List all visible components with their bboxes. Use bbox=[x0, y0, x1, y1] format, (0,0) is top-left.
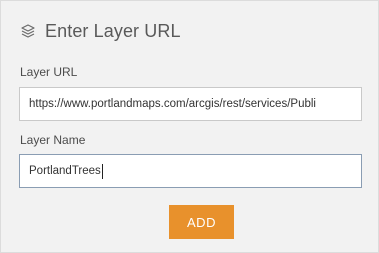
enter-layer-url-panel: Enter Layer URL Layer URL https://www.po… bbox=[0, 0, 379, 253]
layer-name-input[interactable]: PortlandTrees bbox=[19, 154, 362, 188]
text-caret bbox=[101, 163, 103, 179]
panel-title: Enter Layer URL bbox=[45, 20, 181, 41]
layers-icon bbox=[19, 22, 37, 40]
layer-name-label: Layer Name bbox=[20, 133, 86, 147]
panel-header: Enter Layer URL bbox=[19, 18, 181, 44]
layer-url-value: https://www.portlandmaps.com/arcgis/rest… bbox=[29, 98, 316, 110]
add-button[interactable]: ADD bbox=[169, 205, 234, 239]
layer-url-input[interactable]: https://www.portlandmaps.com/arcgis/rest… bbox=[19, 87, 362, 121]
layer-name-value: PortlandTrees bbox=[29, 165, 101, 177]
layer-url-label: Layer URL bbox=[20, 65, 78, 79]
